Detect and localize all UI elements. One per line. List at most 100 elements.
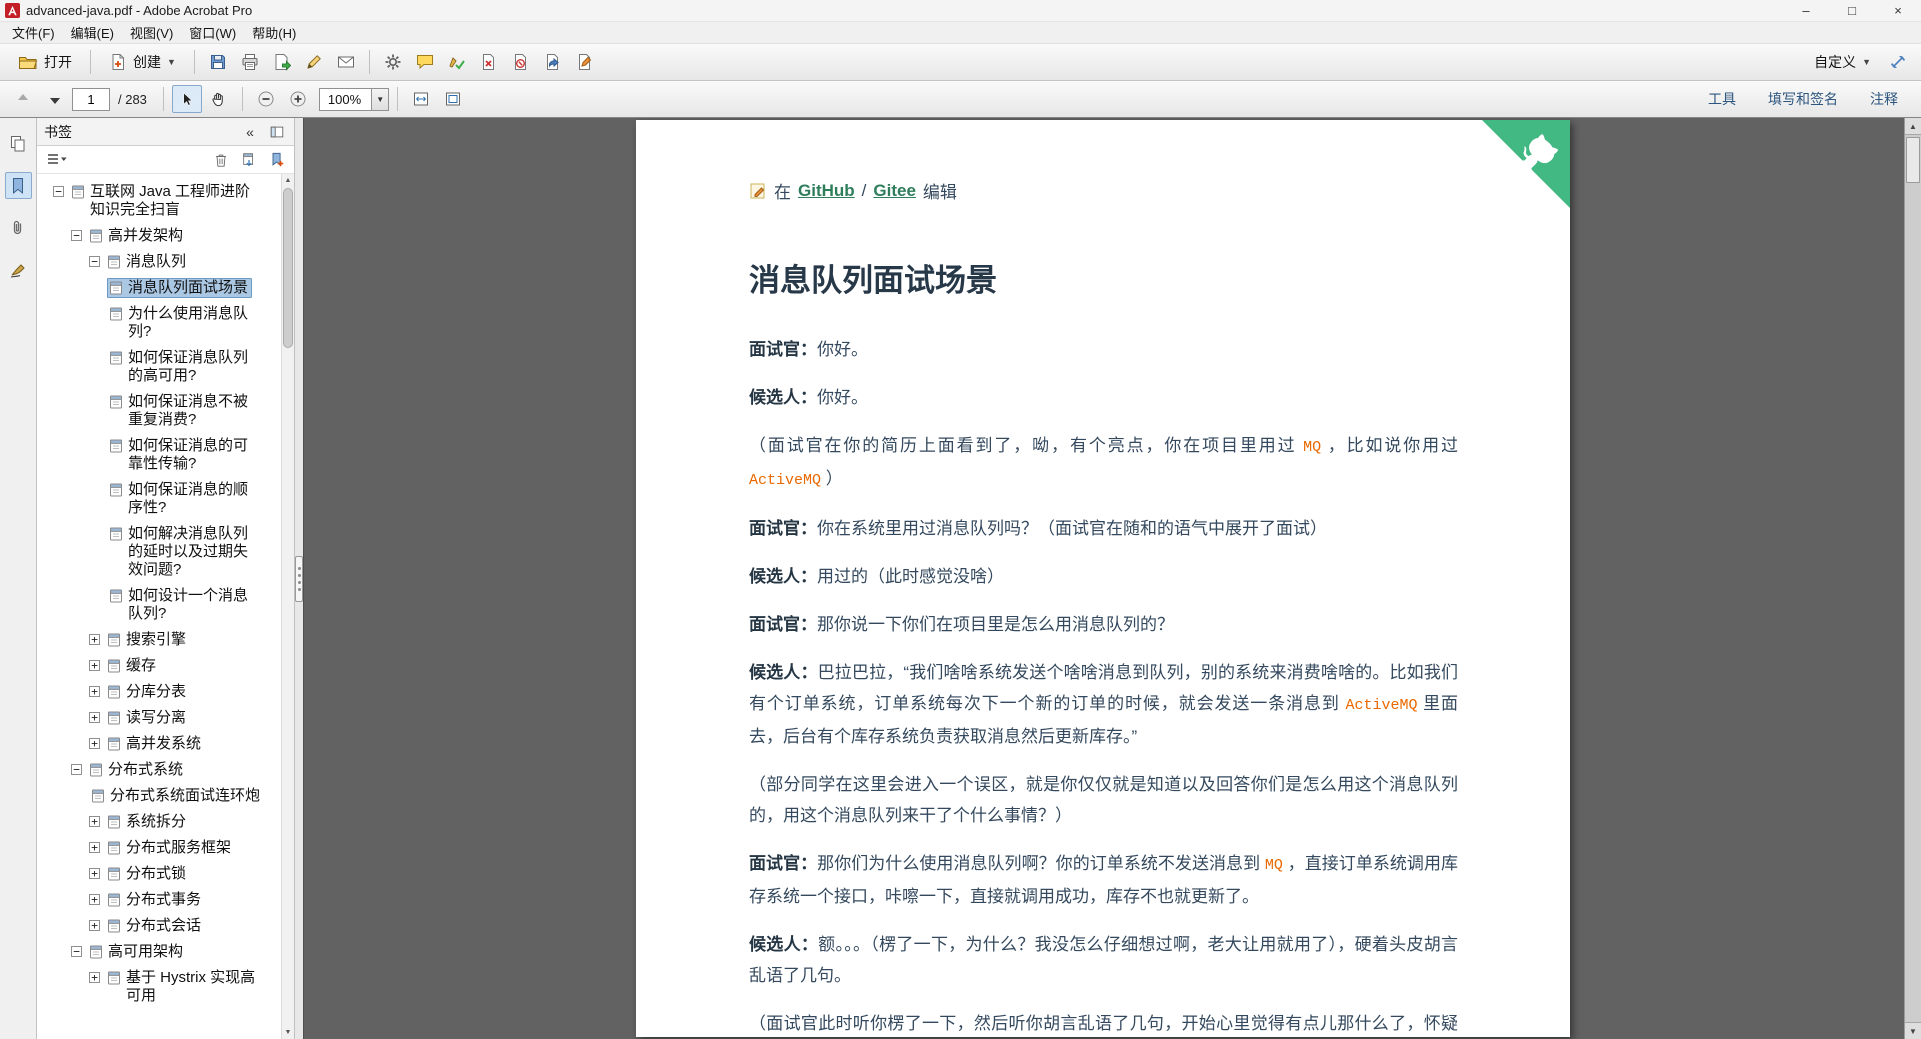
sign-document-button[interactable]: [299, 48, 329, 76]
bookmark-item[interactable]: + 分布式锁: [37, 861, 264, 887]
bookmark-item[interactable]: 为什么使用消息队列?: [37, 301, 264, 345]
bookmark-item[interactable]: + 分布式服务框架: [37, 835, 264, 861]
gitee-link[interactable]: Gitee: [873, 181, 916, 201]
print-button[interactable]: [235, 48, 265, 76]
tree-collapse-icon[interactable]: −: [71, 764, 82, 775]
bookmark-item[interactable]: − 消息队列: [37, 249, 264, 275]
bookmarks-scrollbar-thumb[interactable]: [283, 188, 293, 348]
bookmark-item[interactable]: 消息队列面试场景: [37, 275, 264, 301]
bookmark-item[interactable]: + 分库分表: [37, 679, 264, 705]
collapse-panel-button[interactable]: «: [240, 122, 260, 142]
document-scrollbar[interactable]: ▲ ▼: [1904, 118, 1921, 1039]
document-edit-button[interactable]: [570, 48, 600, 76]
panel-resize-handle[interactable]: [294, 118, 304, 1039]
bookmark-item[interactable]: − 互联网 Java 工程师进阶知识完全扫盲: [37, 179, 264, 223]
zoom-in-button[interactable]: [283, 85, 313, 113]
create-button[interactable]: 创建 ▼: [99, 47, 186, 77]
tree-expand-icon[interactable]: +: [89, 738, 100, 749]
bookmark-item[interactable]: 如何解决消息队列的延时以及过期失效问题?: [37, 521, 264, 583]
bookmark-item[interactable]: 如何保证消息不被重复消费?: [37, 389, 264, 433]
bookmark-item[interactable]: + 搜索引擎: [37, 627, 264, 653]
tree-collapse-icon[interactable]: −: [89, 256, 100, 267]
resize-grip-icon[interactable]: [295, 555, 303, 602]
expand-current-bookmark-button[interactable]: [239, 150, 259, 170]
bookmarks-scrollbar[interactable]: ▲ ▼: [281, 174, 294, 1039]
tree-expand-icon[interactable]: +: [89, 816, 100, 827]
document-export-button[interactable]: [538, 48, 568, 76]
scroll-up-icon[interactable]: ▲: [282, 174, 294, 187]
signature-button[interactable]: [5, 256, 32, 283]
maximize-button[interactable]: □: [1829, 0, 1875, 21]
menu-view[interactable]: 视图(V): [122, 21, 181, 44]
bookmark-item[interactable]: + 高并发系统: [37, 731, 264, 757]
zoom-control[interactable]: 100% ▼: [318, 87, 390, 111]
tree-expand-icon[interactable]: +: [89, 972, 100, 983]
bookmark-item[interactable]: + 系统拆分: [37, 809, 264, 835]
menu-window[interactable]: 窗口(W): [181, 21, 244, 44]
bookmark-item[interactable]: − 高可用架构: [37, 939, 264, 965]
document-delete-button[interactable]: [474, 48, 504, 76]
tree-collapse-icon[interactable]: −: [71, 230, 82, 241]
bookmark-item[interactable]: + 基于 Hystrix 实现高可用: [37, 965, 264, 1009]
menu-file[interactable]: 文件(F): [4, 21, 63, 44]
send-file-button[interactable]: [267, 48, 297, 76]
preferences-button[interactable]: [378, 48, 408, 76]
page-number-input[interactable]: [72, 87, 110, 111]
open-button[interactable]: 打开: [8, 47, 82, 77]
github-corner-banner[interactable]: [1482, 120, 1570, 208]
fit-width-button[interactable]: [406, 85, 436, 113]
attachments-button[interactable]: [5, 214, 32, 241]
tree-expand-icon[interactable]: +: [89, 920, 100, 931]
close-button[interactable]: ×: [1875, 0, 1921, 21]
tree-expand-icon[interactable]: +: [89, 660, 100, 671]
fit-page-button[interactable]: [438, 85, 468, 113]
tree-expand-icon[interactable]: +: [89, 634, 100, 645]
bookmark-item[interactable]: 如何保证消息队列的高可用?: [37, 345, 264, 389]
select-tool-button[interactable]: [171, 85, 202, 113]
tree-expand-icon[interactable]: +: [89, 842, 100, 853]
customize-button[interactable]: 自定义 ▼: [1804, 47, 1881, 77]
bookmark-item[interactable]: 如何设计一个消息队列?: [37, 583, 264, 627]
bookmark-item[interactable]: + 读写分离: [37, 705, 264, 731]
bookmark-options-button[interactable]: [44, 150, 70, 170]
menu-edit[interactable]: 编辑(E): [63, 21, 122, 44]
new-bookmark-button[interactable]: [267, 150, 287, 170]
bookmark-item[interactable]: + 分布式会话: [37, 913, 264, 939]
tree-expand-icon[interactable]: +: [89, 894, 100, 905]
next-page-button[interactable]: [40, 85, 70, 113]
menu-help[interactable]: 帮助(H): [244, 21, 304, 44]
scroll-down-icon[interactable]: ▼: [282, 1026, 294, 1039]
comment-pane-button[interactable]: 注释: [1855, 89, 1913, 109]
delete-bookmark-button[interactable]: [211, 150, 231, 170]
expand-toolbar-button[interactable]: [1883, 48, 1913, 76]
comment-button[interactable]: [410, 48, 440, 76]
bookmark-item[interactable]: − 高并发架构: [37, 223, 264, 249]
panel-menu-button[interactable]: [267, 122, 287, 142]
zoom-out-button[interactable]: [251, 85, 281, 113]
tree-expand-icon[interactable]: +: [89, 868, 100, 879]
fill-sign-pane-button[interactable]: 填写和签名: [1753, 89, 1853, 109]
review-approve-button[interactable]: [442, 48, 472, 76]
previous-page-button[interactable]: [8, 85, 38, 113]
bookmarks-button[interactable]: [4, 172, 32, 199]
page-thumbnails-button[interactable]: [5, 130, 32, 157]
minimize-button[interactable]: –: [1783, 0, 1829, 21]
bookmark-item[interactable]: − 分布式系统: [37, 757, 264, 783]
email-button[interactable]: [331, 48, 361, 76]
tree-expand-icon[interactable]: +: [89, 712, 100, 723]
scroll-down-icon[interactable]: ▼: [1905, 1022, 1921, 1039]
bookmark-item[interactable]: + 缓存: [37, 653, 264, 679]
bookmark-item[interactable]: 如何保证消息的可靠性传输?: [37, 433, 264, 477]
document-error-button[interactable]: [506, 48, 536, 76]
bookmark-item[interactable]: + 分布式事务: [37, 887, 264, 913]
scroll-up-icon[interactable]: ▲: [1905, 118, 1921, 135]
tree-collapse-icon[interactable]: −: [53, 186, 64, 197]
document-scrollbar-thumb[interactable]: [1906, 137, 1920, 183]
save-button[interactable]: [203, 48, 233, 76]
github-link[interactable]: GitHub: [798, 181, 855, 201]
tools-pane-button[interactable]: 工具: [1693, 89, 1751, 109]
chevron-down-icon[interactable]: ▼: [371, 88, 389, 110]
tree-expand-icon[interactable]: +: [89, 686, 100, 697]
tree-collapse-icon[interactable]: −: [71, 946, 82, 957]
bookmark-item[interactable]: 如何保证消息的顺序性?: [37, 477, 264, 521]
